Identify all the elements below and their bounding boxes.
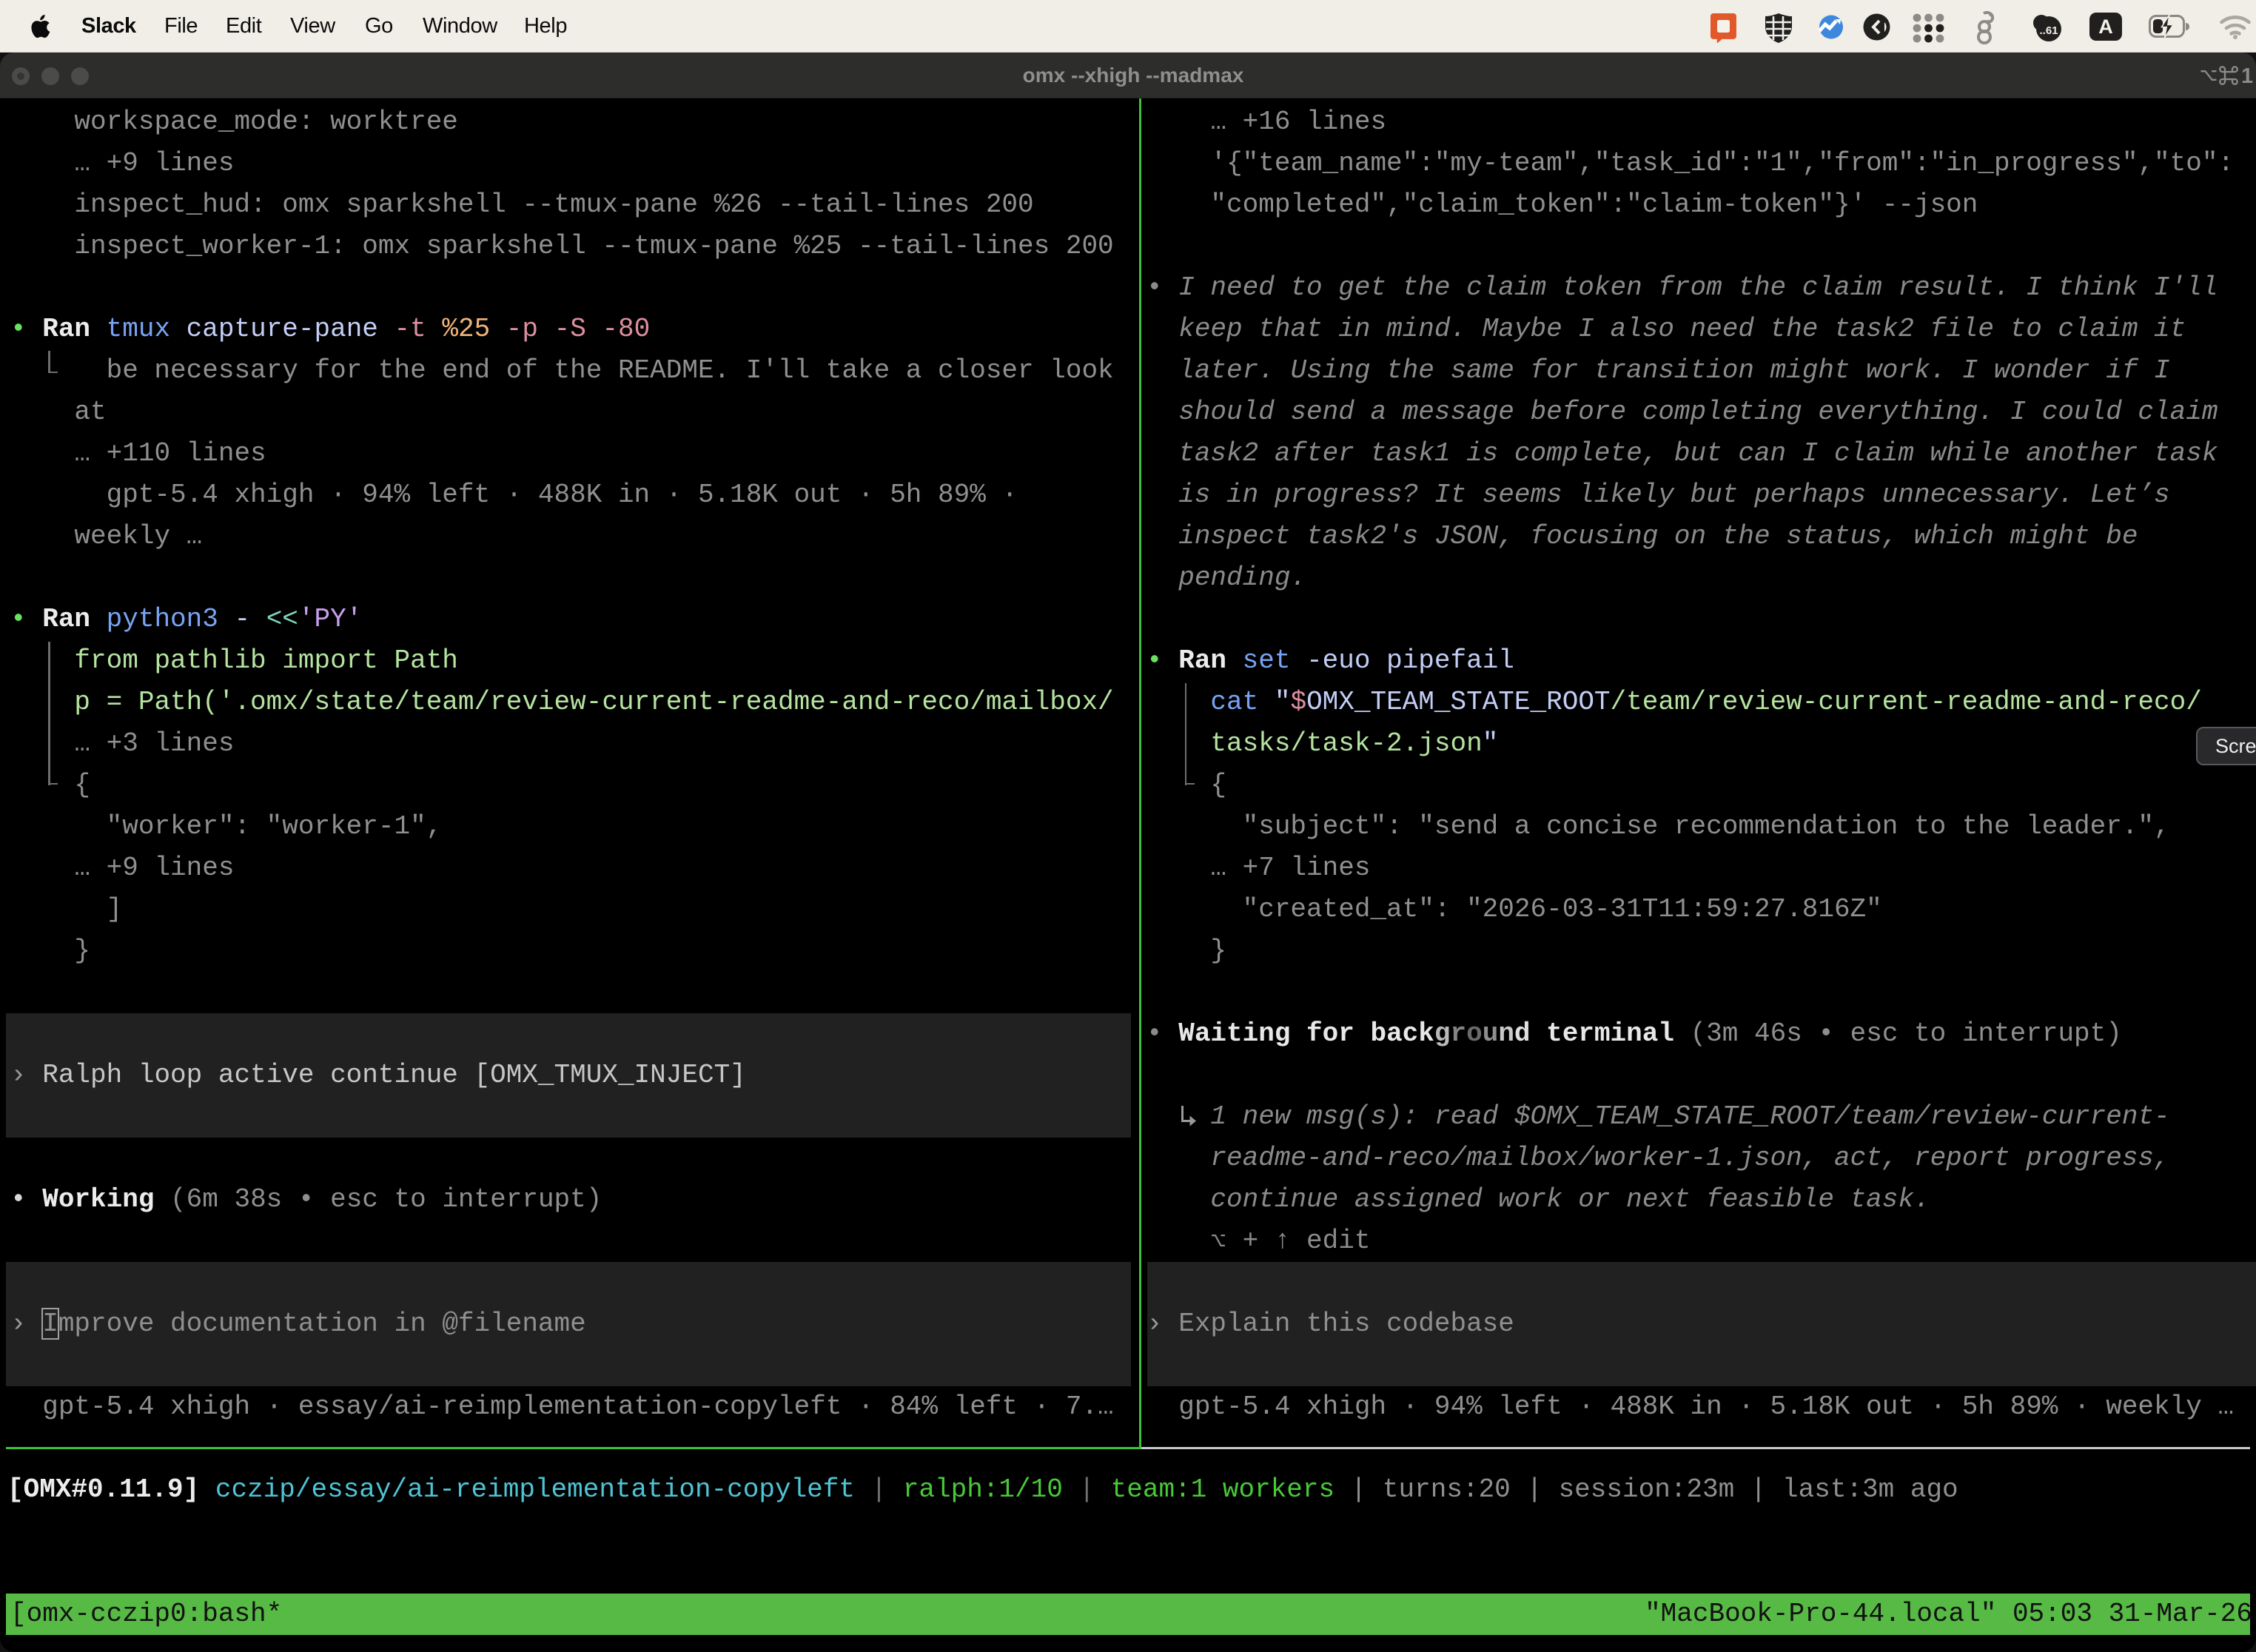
svg-text:..61: ..61 bbox=[2039, 24, 2058, 37]
